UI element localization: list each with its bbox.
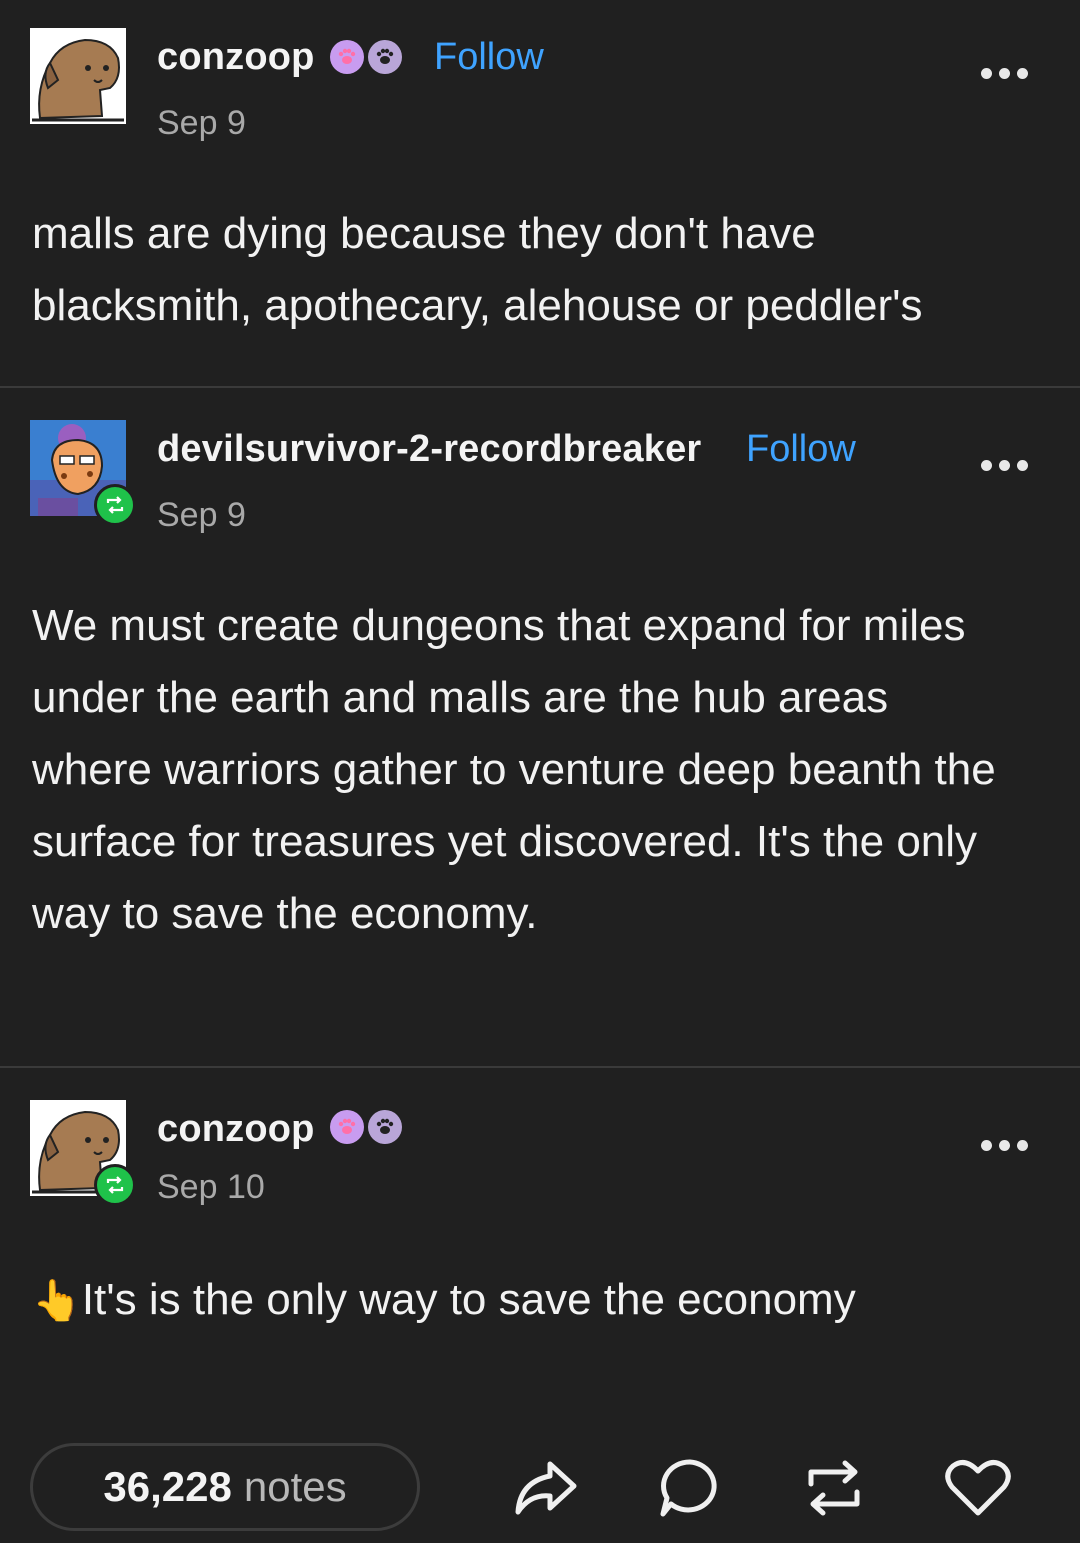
badges <box>330 40 402 74</box>
dog-avatar-icon <box>30 28 126 124</box>
more-options-icon[interactable] <box>981 460 1028 471</box>
pointing-up-emoji: 👆 <box>32 1279 82 1323</box>
like-icon[interactable] <box>940 1450 1016 1526</box>
post-date: Sep 10 <box>157 1168 265 1206</box>
post-date: Sep 9 <box>157 104 246 142</box>
avatar[interactable] <box>30 1100 136 1206</box>
more-options-icon[interactable] <box>981 68 1028 79</box>
post-body: We must create dungeons that expand for … <box>32 601 996 938</box>
avatar[interactable] <box>30 28 126 124</box>
badges <box>330 1110 402 1144</box>
paw-badge-gray-icon <box>368 40 402 74</box>
avatar[interactable] <box>30 420 136 526</box>
post-2: devilsurvivor-2-recordbreaker Follow Sep… <box>0 388 1080 1068</box>
notes-label: notes <box>243 1463 347 1510</box>
notes-button[interactable]: 36,228 notes <box>30 1443 420 1531</box>
reblog-icon <box>94 1164 136 1206</box>
paw-badge-pink-icon <box>330 40 364 74</box>
username[interactable]: devilsurvivor-2-recordbreaker <box>157 428 701 471</box>
username[interactable]: conzoop <box>157 1108 315 1151</box>
share-icon[interactable] <box>508 1450 584 1526</box>
post-3: conzoop Sep 10 👆It's is the only way to … <box>0 1068 1080 1438</box>
username[interactable]: conzoop <box>157 36 315 79</box>
paw-badge-pink-icon <box>330 1110 364 1144</box>
reblog-icon <box>94 484 136 526</box>
reblog-icon[interactable] <box>796 1450 872 1526</box>
follow-button[interactable]: Follow <box>434 36 544 79</box>
post-1: conzoop Follow Sep 9 malls are dying bec… <box>0 0 1080 388</box>
follow-button[interactable]: Follow <box>746 428 856 471</box>
reply-icon[interactable] <box>652 1450 728 1526</box>
post-body-text: It's is the only way to save the economy <box>81 1275 856 1324</box>
notes-count: 36,228 <box>103 1463 232 1510</box>
post-date: Sep 9 <box>157 496 246 534</box>
post-body: malls are dying because they don't have … <box>32 209 923 330</box>
more-options-icon[interactable] <box>981 1140 1028 1151</box>
paw-badge-gray-icon <box>368 1110 402 1144</box>
post-body: 👆It's is the only way to save the econom… <box>32 1264 1040 1337</box>
